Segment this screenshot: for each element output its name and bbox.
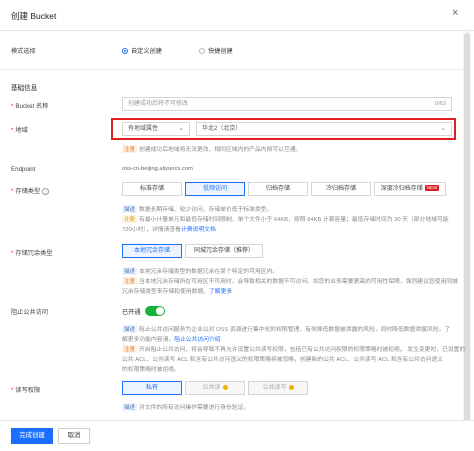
redundancy-desc: 描述 本地冗余存储类型的数据冗余在某个特定的可用区内。: [122, 267, 279, 275]
char-counter: 0/63: [434, 101, 446, 107]
close-icon[interactable]: ×: [452, 7, 458, 19]
dialog-header: 创建 Bucket ×: [0, 0, 474, 31]
block-public-toggle[interactable]: [145, 306, 165, 316]
redundancy-note: 注意 当本地冗余存储所在可用区不可用时，会导致相关的数据不可访问。如您的业务需要更…: [122, 277, 458, 285]
submit-button[interactable]: 完成创建: [11, 428, 53, 444]
storage-class-archive[interactable]: 归档存储: [248, 182, 308, 196]
bucket-name-label: * Bucket 名称: [11, 103, 49, 110]
mode-option-custom[interactable]: 自定义创建: [122, 46, 162, 55]
dialog-title: 创建 Bucket: [11, 11, 57, 21]
block-public-state: 已开通: [122, 309, 141, 316]
redundancy-note-2: 冗余存储类型来存储和使用数据。了解更多: [122, 289, 233, 295]
learn-more-link[interactable]: 了解更多: [209, 289, 232, 295]
block-public-intro-link[interactable]: 阻止公共访问介绍: [174, 337, 220, 343]
bucket-name-placeholder: 创建成功后将不可修改: [128, 101, 189, 107]
redundancy-lrs[interactable]: 本地冗余存储: [122, 244, 182, 258]
radio-selected-icon: [122, 47, 128, 54]
region-label: * 地域: [11, 127, 28, 134]
block-public-desc: 描述 阻止公共访问服务为企业以对 OSS 资源进行集中化的权限管理，有效降低数据被…: [122, 325, 451, 333]
acl-label: * 读写权限: [11, 387, 41, 394]
chevron-down-icon: ⌄: [440, 125, 446, 132]
acl-public-read[interactable]: 公共读: [185, 381, 245, 395]
help-icon: ?: [42, 187, 50, 195]
storage-class-desc: 描述 数据长期存储、较少访问，存储单价低于标准类型。: [122, 205, 273, 213]
redundancy-label: * 存储冗余类型: [11, 250, 53, 257]
block-public-note-2: 公共 ACL、公共读写 ACL 和含有公共访问语义的权限策略将被忽略，创建新的公…: [122, 357, 443, 363]
block-public-note: 注意 开启阻止公共访问，将会导致不再允许设置公共读写权限，包括已有公共访问权限的权…: [122, 345, 466, 353]
acl-private[interactable]: 私有: [122, 381, 182, 395]
warning-icon: [288, 384, 294, 390]
radio-unselected-icon: [199, 47, 205, 54]
region-select[interactable]: 华北2（北京） ⌄: [196, 122, 452, 136]
mode-option-quick[interactable]: 快捷创建: [199, 46, 233, 55]
acl-desc: 描述 对文件的所有访问操作需要进行身份验证。: [122, 403, 250, 411]
toggle-knob: [156, 307, 164, 315]
acl-public-read-write[interactable]: 公共读写: [248, 381, 308, 395]
storage-class-ia[interactable]: 低频访问: [185, 182, 245, 196]
block-public-desc-2: 解更多功能内容请，阻止公共访问介绍: [122, 337, 221, 343]
scrollbar-thumb[interactable]: [464, 33, 470, 423]
billing-doc-link[interactable]: 计费说明文档: [181, 227, 216, 233]
scrollbar[interactable]: [463, 31, 471, 426]
storage-class-label: * 存储类型?: [11, 186, 50, 195]
storage-class-standard[interactable]: 标准存储: [122, 182, 182, 196]
endpoint-value: oss-cn-beijing.aliyuncs.com: [122, 166, 193, 172]
storage-class-billing-2: 720小时），详情请查看计费说明文档: [122, 227, 216, 233]
mode-label: 模式选择: [11, 48, 36, 55]
chevron-down-icon: ⌄: [178, 125, 184, 132]
divider: [0, 69, 463, 70]
storage-class-billing: 计费 有最小计量单元和最低存储时间限制，单个文件小于 64KB，按照 64KB 计…: [122, 215, 449, 223]
bucket-name-input[interactable]: 创建成功后将不可修改 0/63: [122, 97, 452, 111]
storage-class-cold-archive[interactable]: 冷归档存储: [311, 182, 371, 196]
dialog-footer: 完成创建 取消: [0, 420, 474, 451]
region-note: 注意 创建成功后地域将无法更改，相同区域内的产品内网可以互通。: [122, 145, 302, 153]
warning-icon: [222, 384, 228, 390]
redundancy-zrs[interactable]: 同城冗余存储（推荐）: [185, 244, 263, 258]
new-badge: NEW: [424, 185, 440, 192]
block-public-note-3: 的权限策略时被拒绝。: [122, 367, 180, 373]
block-public-label: 阻止公共访问: [11, 309, 49, 316]
endpoint-label: Endpoint: [11, 166, 36, 173]
cancel-button[interactable]: 取消: [58, 428, 90, 444]
storage-class-deep-cold-archive[interactable]: 深度冷归档存储 NEW: [374, 182, 446, 196]
region-type-select[interactable]: 有地域属性 ⌄: [122, 122, 190, 136]
section-title-basic: 基础信息: [11, 85, 38, 92]
